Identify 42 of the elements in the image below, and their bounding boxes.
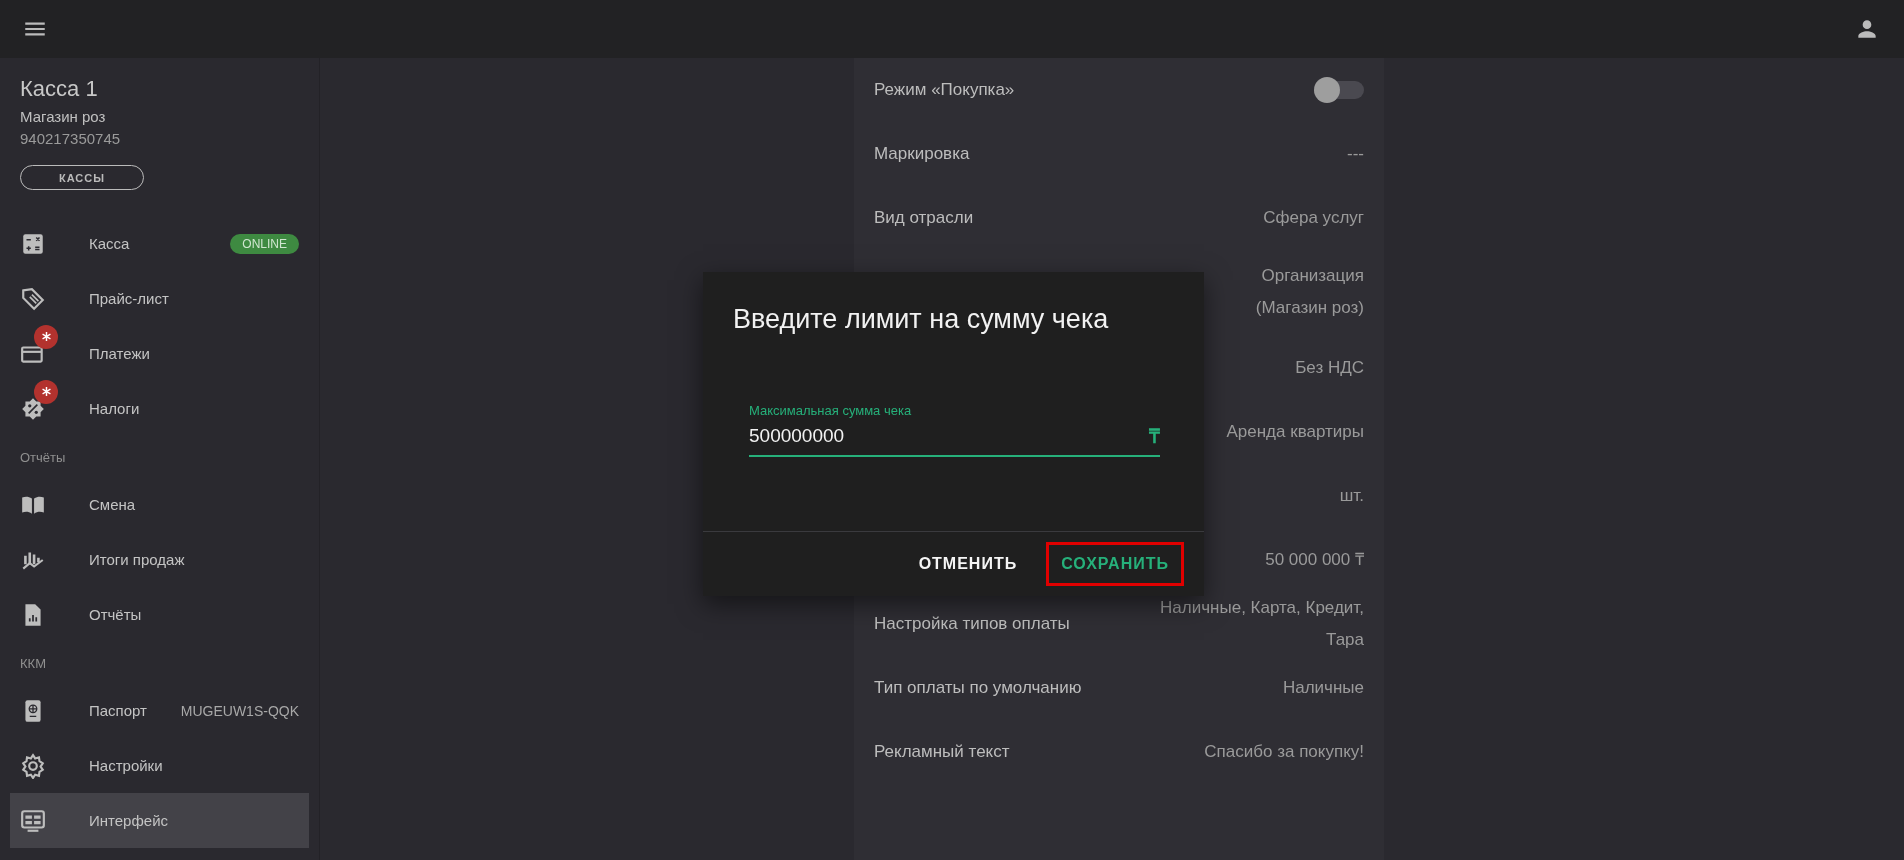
setting-value: 50 000 000 ₸: [1265, 549, 1364, 571]
nav-item[interactable]: Касса ONLINE: [10, 216, 309, 271]
setting-value: шт.: [1339, 485, 1364, 507]
settings-icon: [20, 752, 46, 779]
status-badge: ONLINE: [230, 233, 299, 254]
setting-value: ---: [1347, 143, 1364, 165]
currency-sign: ₸: [1149, 424, 1160, 449]
monitor-icon: [20, 807, 46, 834]
dialog-title: Введите лимит на сумму чека: [732, 303, 1110, 335]
setting-label: Режим «Покупка»: [874, 80, 1015, 100]
setting-label: Маркировка: [874, 144, 970, 164]
device-code: MUGEUW1S-QQK: [180, 702, 299, 719]
cancel-button[interactable]: ОТМЕНИТЬ: [903, 542, 1033, 586]
setting-label: Рекламный текст: [874, 742, 1010, 762]
setting-label: Настройка типов оплаты: [874, 614, 1070, 634]
setting-value: Организация (Магазин роз): [1254, 265, 1364, 319]
setting-label: Тип оплаты по умолчанию: [874, 678, 1082, 698]
nav-item[interactable]: Налоги: [10, 381, 309, 436]
field-label: Максимальная сумма чека: [749, 403, 913, 418]
setting-label: Вид отрасли: [874, 208, 974, 228]
setting-value: Сфера услуг: [1263, 207, 1364, 229]
setting-value: Наличные, Карта, Кредит, Тара: [1159, 597, 1364, 651]
nav-item[interactable]: Итоги продаж: [10, 532, 309, 587]
setting-value: Спасибо за покупку!: [1204, 741, 1364, 763]
setting-value: Наличные: [1282, 677, 1364, 699]
section-heading: Отчёты: [19, 449, 67, 467]
nav-item[interactable]: Прайс-лист: [10, 271, 309, 326]
register-title: Касса 1: [20, 76, 99, 102]
nav-item[interactable]: Настройки: [10, 738, 309, 793]
nav-item[interactable]: Интерфейс: [10, 793, 309, 848]
nav-item[interactable]: Смена: [10, 477, 309, 532]
nav-item[interactable]: Платежи: [10, 326, 309, 381]
price-tag-icon: [20, 285, 46, 312]
setting-value: Аренда квартиры: [1226, 421, 1364, 443]
section-heading: ККМ: [19, 655, 47, 673]
amount-input[interactable]: 500000000: [749, 424, 1149, 447]
nav-item[interactable]: Паспорт MUGEUW1S-QQK: [10, 683, 309, 738]
register-number: 940217350745: [20, 130, 122, 147]
nav-item[interactable]: Отчёты: [10, 587, 309, 642]
save-button[interactable]: СОХРАНИТЬ: [1046, 542, 1184, 586]
setting-value: Без НДС: [1295, 357, 1364, 379]
store-name: Магазин роз: [20, 108, 107, 125]
